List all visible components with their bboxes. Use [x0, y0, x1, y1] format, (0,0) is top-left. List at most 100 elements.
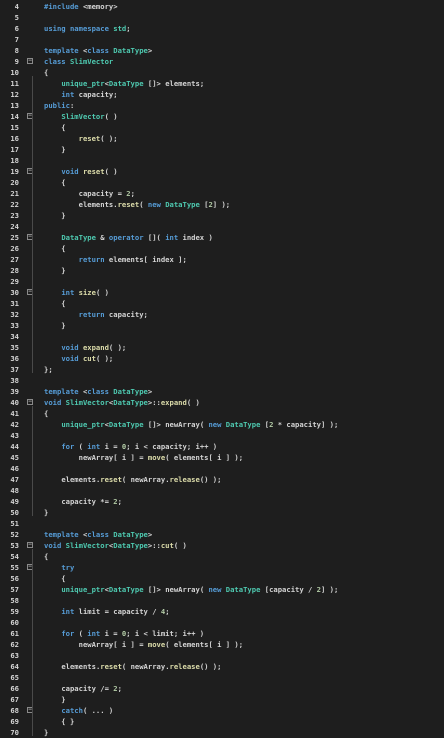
code-line[interactable]: 63 [0, 650, 444, 661]
line-number: 6 [14, 24, 19, 33]
code-line[interactable]: 56 { [0, 573, 444, 584]
line-number: 59 [10, 607, 19, 616]
code-line[interactable]: 62 newArray[ i ] = move( elements[ i ] )… [0, 639, 444, 650]
code-line[interactable]: 33 } [0, 320, 444, 331]
code-line[interactable]: 19− void reset( ) [0, 166, 444, 177]
code-line[interactable]: 32 return capacity; [0, 309, 444, 320]
code-line[interactable]: 28 } [0, 265, 444, 276]
code-line[interactable]: 50} [0, 507, 444, 518]
code-line[interactable]: 59 int limit = capacity / 4; [0, 606, 444, 617]
code-line[interactable]: 22 elements.reset( new DataType [2] ); [0, 199, 444, 210]
code-line[interactable]: 37}; [0, 364, 444, 375]
code-line[interactable]: 69 { } [0, 716, 444, 727]
code-line[interactable]: 44 for ( int i = 0; i < capacity; i++ ) [0, 441, 444, 452]
code-text: SlimVector( ) [61, 112, 118, 121]
code-text: { [44, 299, 66, 308]
code-line[interactable]: 13 public: [0, 100, 444, 111]
code-line[interactable]: 35 void expand( ); [0, 342, 444, 353]
code-text: { [44, 409, 49, 418]
code-text: void cut( ); [61, 354, 114, 363]
code-line[interactable]: 58 [0, 595, 444, 606]
code-text: } [44, 321, 66, 330]
code-line[interactable]: 43 [0, 430, 444, 441]
code-line[interactable]: 21 capacity = 2; [0, 188, 444, 199]
code-text: newArray[ i ] = move( elements[ i ] ); [78, 640, 244, 649]
code-line[interactable]: 52 template <class DataType> [0, 529, 444, 540]
code-line[interactable]: 47 elements.reset( newArray.release() ); [0, 474, 444, 485]
code-line[interactable]: 54 { [0, 551, 444, 562]
code-line[interactable]: 55− try [0, 562, 444, 573]
code-line[interactable]: 68− catch( ... ) [0, 705, 444, 716]
code-line[interactable]: 53 − void SlimVector<DataType>::cut( ) [0, 540, 444, 551]
code-line[interactable]: 15 { [0, 122, 444, 133]
code-line[interactable]: 49 capacity *= 2; [0, 496, 444, 507]
code-editor[interactable]: 4 #include <memory> 5 6 using namespace std;… [0, 0, 444, 737]
code-line[interactable]: 39 template <class DataType> [0, 386, 444, 397]
code-line[interactable]: 7 [0, 34, 444, 45]
code-line[interactable]: 30− int size( ) [0, 287, 444, 298]
code-line[interactable]: 8 template <class DataType> [0, 45, 444, 56]
code-text: void SlimVector<DataType>::cut( ) [44, 541, 187, 550]
code-line[interactable]: 45 newArray[ i ] = move( elements[ i ] )… [0, 452, 444, 463]
code-text: elements.reset( newArray.release() ); [61, 475, 222, 484]
code-line[interactable]: 36 void cut( ); [0, 353, 444, 364]
code-line[interactable]: 65 [0, 672, 444, 683]
code-line[interactable]: 31 { [0, 298, 444, 309]
line-number: 53 [10, 541, 19, 550]
code-line[interactable]: 64 elements.reset( newArray.release() ); [0, 661, 444, 672]
code-line[interactable]: 60 [0, 617, 444, 628]
code-line[interactable]: 70} [0, 727, 444, 738]
code-text: unique_ptr<DataType []> elements; [61, 79, 205, 88]
code-line[interactable]: 14− SlimVector( ) [0, 111, 444, 122]
code-line[interactable]: 5 [0, 12, 444, 23]
code-line[interactable]: 17 } [0, 144, 444, 155]
line-number: 56 [10, 574, 19, 583]
code-line[interactable]: 29 [0, 276, 444, 287]
code-line[interactable]: 6 using namespace std; [0, 23, 444, 34]
code-line[interactable]: 41 { [0, 408, 444, 419]
line-number: 17 [10, 145, 19, 154]
code-line[interactable]: 40 − void SlimVector<DataType>::expand( ) [0, 397, 444, 408]
code-line[interactable]: 46 [0, 463, 444, 474]
code-line[interactable]: 12 int capacity; [0, 89, 444, 100]
code-text: { [44, 574, 66, 583]
code-line[interactable]: 57 unique_ptr<DataType []> newArray( new… [0, 584, 444, 595]
line-number: 54 [10, 552, 19, 561]
line-number: 11 [10, 79, 19, 88]
code-line[interactable]: 24 [0, 221, 444, 232]
code-line[interactable]: 10 { [0, 67, 444, 78]
code-line[interactable]: 16 reset( ); [0, 133, 444, 144]
line-number: 18 [10, 156, 19, 165]
line-number: 8 [14, 46, 19, 55]
code-line[interactable]: 25− DataType & operator []( int index ) [0, 232, 444, 243]
code-text: for ( int i = 0; i < limit; i++ ) [61, 629, 205, 638]
fold-toggle-icon[interactable]: − [27, 58, 33, 64]
code-text: return capacity; [78, 310, 148, 319]
fold-toggle-icon[interactable]: − [27, 542, 33, 548]
code-text: template <class DataType> [44, 530, 153, 539]
code-line[interactable]: 61 for ( int i = 0; i < limit; i++ ) [0, 628, 444, 639]
line-number: 27 [10, 255, 19, 264]
line-number: 47 [10, 475, 19, 484]
code-text: for ( int i = 0; i < capacity; i++ ) [61, 442, 218, 451]
line-number: 30 [10, 288, 19, 297]
code-line[interactable]: 27 return elements[ index ]; [0, 254, 444, 265]
line-number: 14 [10, 112, 19, 121]
code-line[interactable]: 4 #include <memory> [0, 1, 444, 12]
code-line[interactable]: 66 capacity /= 2; [0, 683, 444, 694]
code-line[interactable]: 48 [0, 485, 444, 496]
code-line[interactable]: 42 unique_ptr<DataType []> newArray( new… [0, 419, 444, 430]
code-line[interactable]: 51 [0, 518, 444, 529]
code-line[interactable]: 23 } [0, 210, 444, 221]
code-line[interactable]: 11 unique_ptr<DataType []> elements; [0, 78, 444, 89]
code-line[interactable]: 26 { [0, 243, 444, 254]
line-number: 48 [10, 486, 19, 495]
code-text: capacity *= 2; [61, 497, 122, 506]
fold-toggle-icon[interactable]: − [27, 399, 33, 405]
code-line[interactable]: 34 [0, 331, 444, 342]
fold-guide [32, 549, 33, 736]
code-line[interactable]: 38 [0, 375, 444, 386]
code-line[interactable]: 9 − class SlimVector [0, 56, 444, 67]
code-line[interactable]: 20 { [0, 177, 444, 188]
code-line[interactable]: 18 [0, 155, 444, 166]
